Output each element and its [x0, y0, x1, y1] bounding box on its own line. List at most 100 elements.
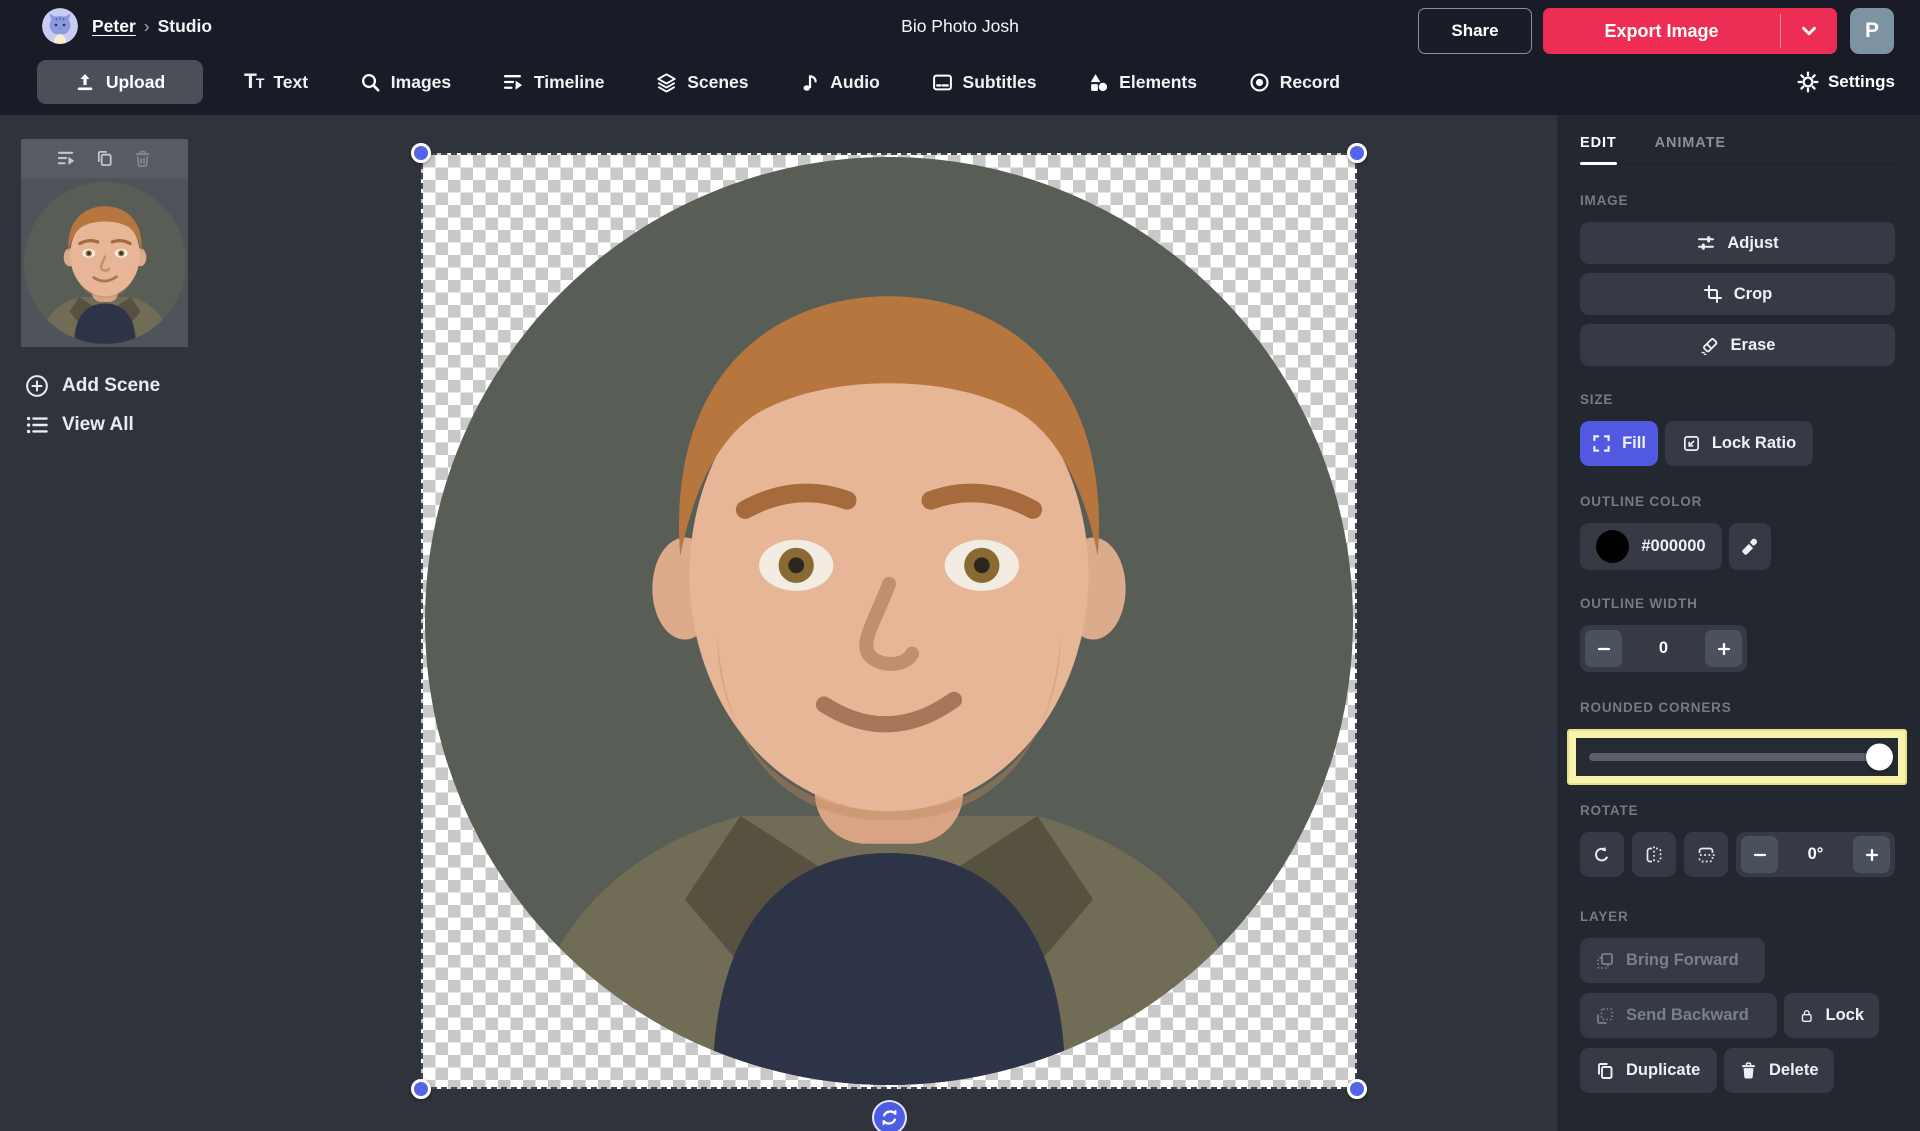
top-bar: Peter › Studio Bio Photo Josh Share Expo…	[0, 0, 1920, 115]
duplicate-button[interactable]: Duplicate	[1580, 1048, 1717, 1093]
timeline-icon	[57, 149, 76, 168]
rotate-handle[interactable]	[872, 1100, 907, 1131]
bring-forward-icon	[1595, 951, 1615, 971]
fill-label: Fill	[1622, 434, 1646, 453]
rotate-icon	[1592, 845, 1612, 865]
send-backward-button[interactable]: Send Backward	[1580, 993, 1777, 1038]
toolbar-item-audio[interactable]: Audio	[800, 72, 880, 93]
toolbar-item-text[interactable]: TT Text	[244, 70, 308, 94]
export-dropdown-button[interactable]	[1781, 8, 1837, 54]
toolbar-label: Text	[273, 72, 308, 93]
trash-icon	[1739, 1061, 1758, 1080]
scene-thumbnail[interactable]	[21, 139, 188, 347]
scene-thumbnail-image[interactable]	[21, 178, 188, 347]
slider-track[interactable]	[1589, 753, 1885, 761]
image-section-label: IMAGE	[1580, 193, 1895, 208]
bring-forward-button[interactable]: Bring Forward	[1580, 938, 1765, 983]
lock-button[interactable]: Lock	[1784, 993, 1879, 1038]
kapwing-studio-app: Peter › Studio Bio Photo Josh Share Expo…	[0, 0, 1920, 1131]
rotate-section-label: ROTATE	[1580, 803, 1895, 818]
scene-thumbnail-photo	[24, 182, 186, 344]
selected-image-element[interactable]	[425, 157, 1353, 1085]
scene-thumbnail-toolbar	[21, 139, 188, 178]
crop-button[interactable]: Crop	[1580, 273, 1895, 315]
toolbar-item-scenes[interactable]: Scenes	[656, 72, 748, 93]
toolbar-label: Images	[391, 72, 451, 93]
rotate-increase-button[interactable]	[1853, 836, 1890, 873]
delete-button[interactable]: Delete	[1724, 1048, 1834, 1093]
gear-icon	[1797, 71, 1819, 93]
flip-vertical-button[interactable]	[1684, 832, 1728, 877]
toolbar-item-subtitles[interactable]: Subtitles	[932, 72, 1037, 93]
chevron-down-icon	[1798, 20, 1820, 42]
timeline-icon	[503, 72, 524, 93]
toolbar-label: Record	[1280, 72, 1340, 93]
flip-vertical-icon	[1696, 845, 1716, 865]
toolbar-item-record[interactable]: Record	[1249, 72, 1340, 93]
send-backward-label: Send Backward	[1626, 1006, 1749, 1025]
outline-color-button[interactable]: #000000	[1580, 523, 1722, 570]
plus-circle-icon	[25, 374, 49, 398]
view-all-label: View All	[62, 414, 134, 436]
flip-horizontal-icon	[1644, 845, 1664, 865]
send-backward-icon	[1595, 1006, 1615, 1026]
user-avatar[interactable]: P	[1850, 8, 1894, 54]
upload-label: Upload	[106, 72, 165, 93]
resize-handle-top-right[interactable]	[1347, 143, 1367, 163]
eyedropper-icon	[1740, 537, 1760, 557]
duplicate-icon	[95, 149, 114, 168]
toolbar-item-elements[interactable]: Elements	[1088, 72, 1197, 93]
eyedropper-button[interactable]	[1729, 523, 1771, 570]
toolbar-label: Timeline	[534, 72, 605, 93]
fill-button[interactable]: Fill	[1580, 421, 1658, 466]
toolbar-label: Audio	[830, 72, 880, 93]
share-button-label: Share	[1451, 21, 1498, 41]
scene-delete-button[interactable]	[133, 149, 152, 168]
slider-thumb[interactable]	[1866, 744, 1893, 771]
view-all-button[interactable]: View All	[25, 409, 134, 441]
settings-button[interactable]: Settings	[1797, 60, 1895, 104]
workspace-avatar[interactable]	[42, 8, 78, 44]
adjust-button[interactable]: Adjust	[1580, 222, 1895, 264]
outline-width-increase-button[interactable]	[1705, 630, 1742, 667]
upload-button[interactable]: Upload	[37, 60, 203, 104]
breadcrumb-workspace-link[interactable]: Peter	[92, 16, 136, 37]
tab-edit[interactable]: EDIT	[1580, 135, 1617, 164]
scene-duplicate-button[interactable]	[95, 149, 114, 168]
trash-icon	[133, 149, 152, 168]
outline-color-section-label: OUTLINE COLOR	[1580, 494, 1895, 509]
size-section-label: SIZE	[1580, 392, 1895, 407]
erase-button[interactable]: Erase	[1580, 324, 1895, 366]
record-icon	[1249, 72, 1270, 93]
rotate-stepper: 0°	[1736, 832, 1895, 877]
add-scene-label: Add Scene	[62, 375, 160, 397]
tab-animate[interactable]: ANIMATE	[1655, 135, 1726, 164]
rounded-corners-slider[interactable]	[1576, 738, 1898, 776]
toolbar-label: Elements	[1119, 72, 1197, 93]
flip-horizontal-button[interactable]	[1632, 832, 1676, 877]
resize-handle-top-left[interactable]	[411, 143, 431, 163]
rounded-corners-highlight	[1567, 729, 1907, 785]
toolbar-item-images[interactable]: Images	[360, 72, 451, 93]
toolbar-label: Subtitles	[963, 72, 1037, 93]
lock-ratio-button[interactable]: Lock Ratio	[1665, 421, 1813, 466]
color-swatch	[1596, 530, 1629, 563]
resize-handle-bottom-right[interactable]	[1347, 1079, 1367, 1099]
lock-ratio-icon	[1682, 434, 1701, 453]
rotate-decrease-button[interactable]	[1741, 836, 1778, 873]
scene-reorder-button[interactable]	[57, 149, 76, 168]
search-icon	[360, 72, 381, 93]
plus-icon	[1863, 846, 1881, 864]
resize-handle-bottom-left[interactable]	[411, 1079, 431, 1099]
add-scene-button[interactable]: Add Scene	[25, 370, 160, 402]
plus-icon	[1715, 640, 1733, 658]
rounded-corners-section-label: ROUNDED CORNERS	[1580, 700, 1895, 715]
canvas[interactable]	[421, 153, 1357, 1089]
outline-width-decrease-button[interactable]	[1585, 630, 1622, 667]
delete-label: Delete	[1769, 1061, 1819, 1080]
export-image-button[interactable]: Export Image	[1543, 8, 1837, 54]
lock-label: Lock	[1825, 1006, 1864, 1025]
toolbar-item-timeline[interactable]: Timeline	[503, 72, 605, 93]
share-button[interactable]: Share	[1418, 8, 1532, 54]
rotate-90-button[interactable]	[1580, 832, 1624, 877]
